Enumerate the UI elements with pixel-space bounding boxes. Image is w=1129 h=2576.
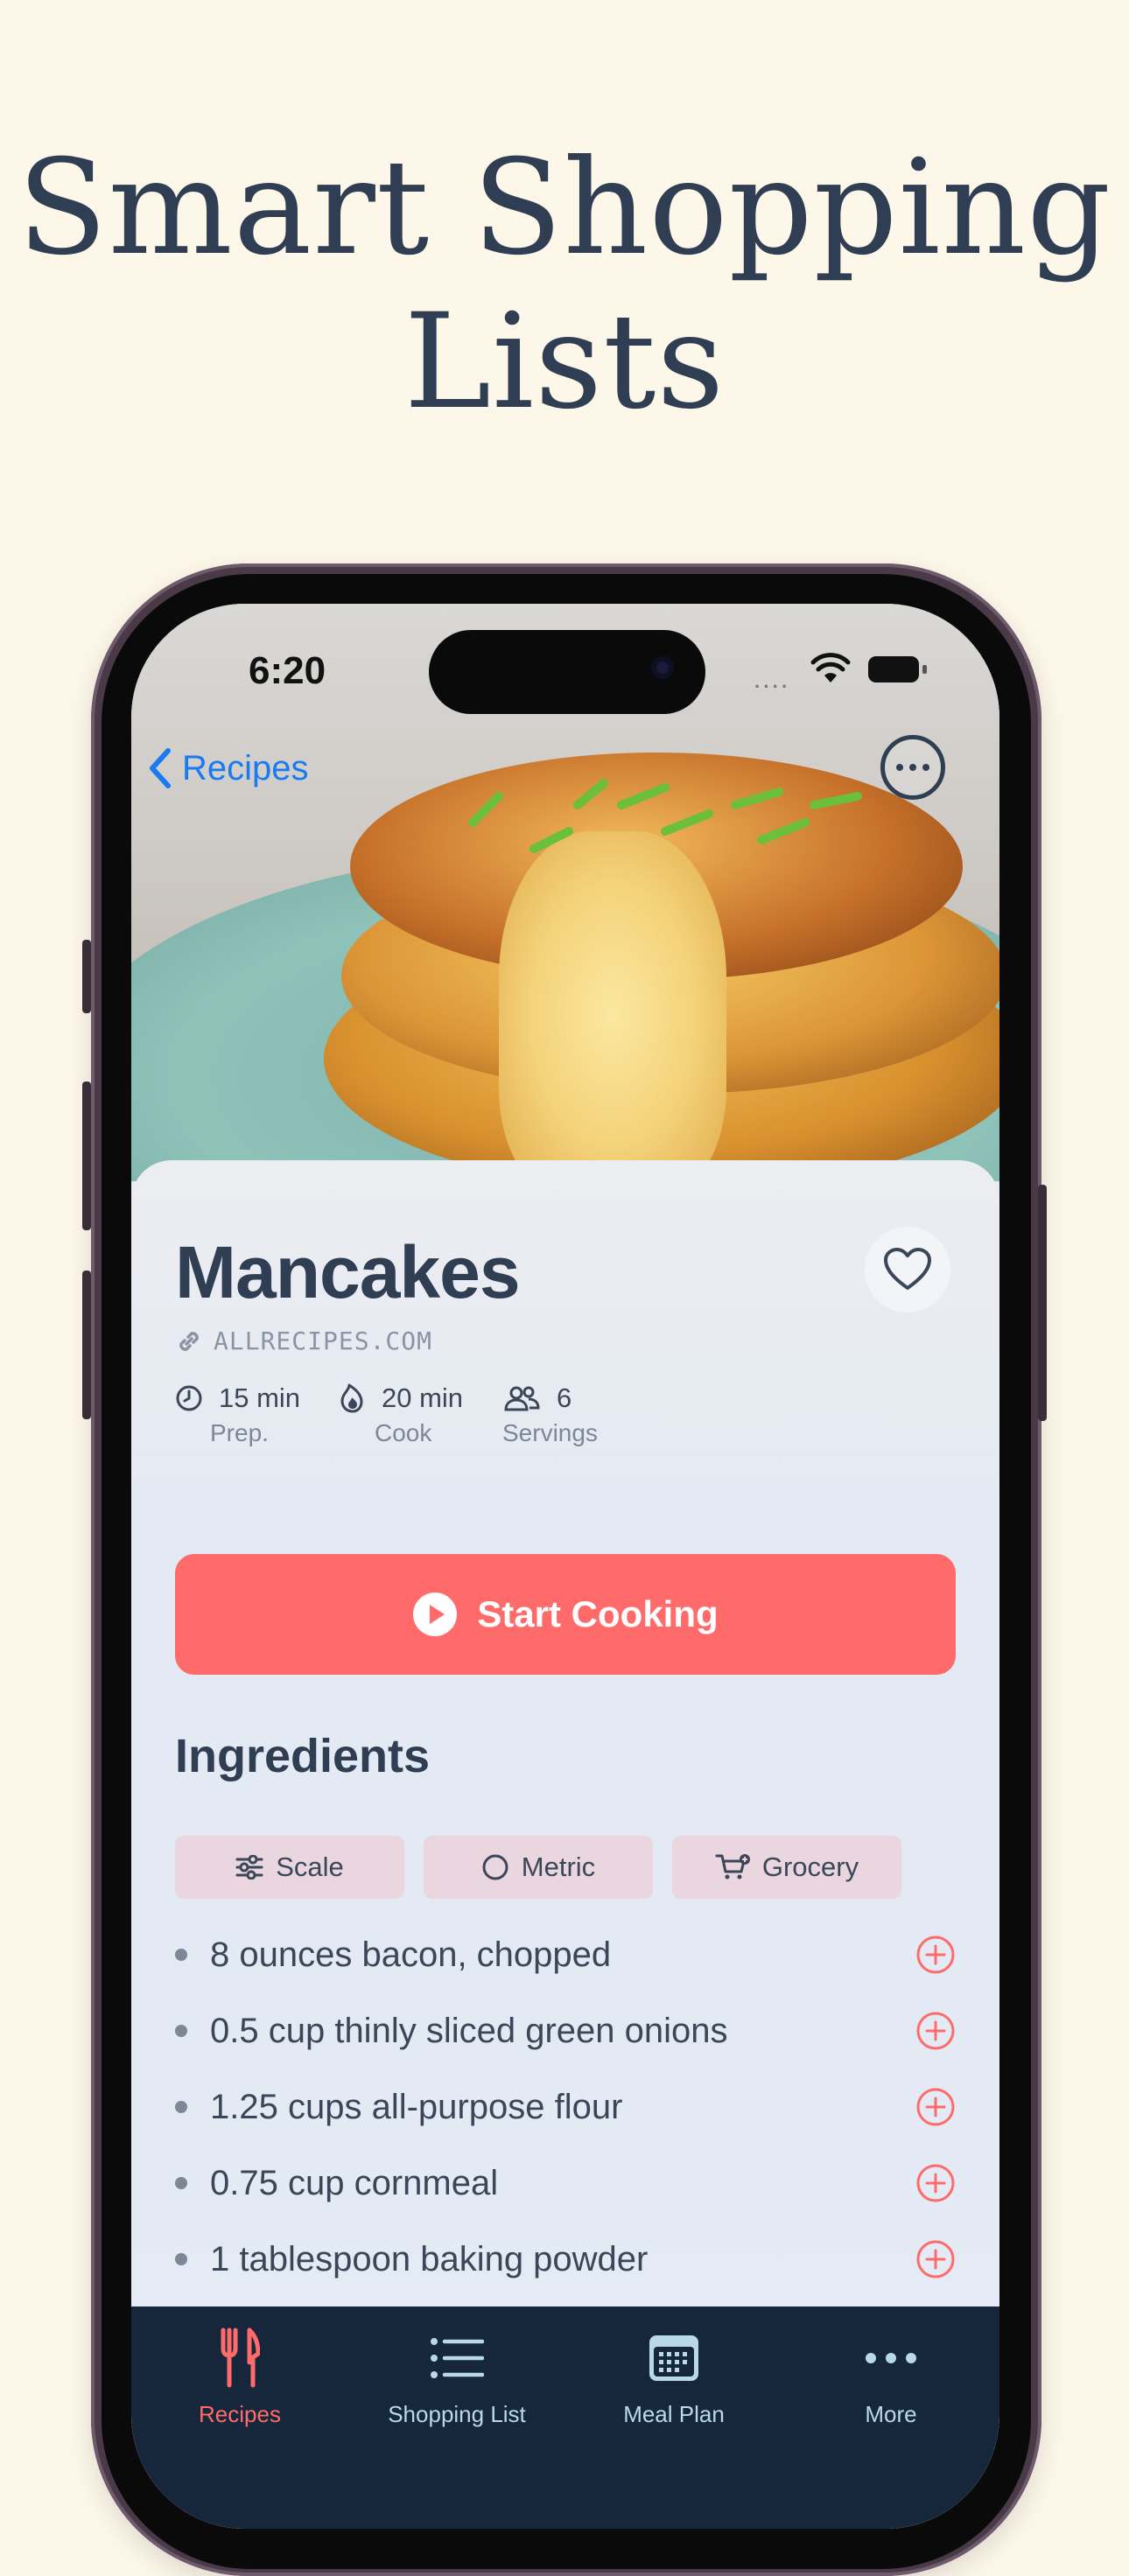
headline: Smart Shopping Lists bbox=[0, 131, 1129, 439]
ingredient-item: 0.75 cup cornmeal bbox=[175, 2148, 956, 2218]
back-button[interactable]: Recipes bbox=[147, 744, 309, 793]
stat-servings-value: 6 bbox=[557, 1382, 572, 1413]
bullet bbox=[175, 2025, 187, 2037]
battery-tip bbox=[922, 665, 927, 674]
ingredient-text: 1 tablespoon baking powder bbox=[210, 2239, 649, 2278]
metric-chip[interactable]: Metric bbox=[424, 1836, 653, 1899]
green-onion-garnish bbox=[468, 779, 862, 853]
start-cooking-button[interactable]: Start Cooking bbox=[175, 1554, 956, 1675]
ingredient-item: 0.5 cup thinly sliced green onions bbox=[175, 1996, 956, 2066]
ellipsis-dot bbox=[896, 764, 903, 771]
ingredients-heading: Ingredients bbox=[175, 1730, 431, 1782]
ingredient-item: 1 tablespoon baking powder bbox=[175, 2224, 956, 2294]
start-cooking-label: Start Cooking bbox=[477, 1593, 719, 1634]
add-to-list-icon[interactable] bbox=[915, 2163, 956, 2203]
stat-cook-label: Cook bbox=[375, 1419, 432, 1446]
ingredient-item: 8 ounces bacon, chopped bbox=[175, 1920, 956, 1990]
status-bar: 6:20 ···· bbox=[131, 604, 999, 735]
ingredient-text: 0.5 cup thinly sliced green onions bbox=[210, 2011, 728, 2050]
status-time: 6:20 bbox=[249, 649, 326, 692]
stat-prep-value: 15 min bbox=[219, 1382, 301, 1413]
scale-chip-label: Scale bbox=[276, 1852, 344, 1882]
play-icon bbox=[413, 1592, 458, 1636]
phone-screen: 6:20 ···· Recipes Mancakes ALLRECIPES.CO… bbox=[131, 604, 999, 2529]
stat-servings: 6 Servings bbox=[502, 1382, 598, 1446]
add-to-list-icon[interactable] bbox=[915, 1935, 956, 1975]
more-options-button[interactable] bbox=[880, 735, 945, 800]
clock-icon bbox=[176, 1385, 202, 1411]
recipe-hero-image: 6:20 ···· Recipes bbox=[131, 604, 999, 1181]
list-icon bbox=[431, 2338, 484, 2378]
tab-more[interactable]: More bbox=[782, 2306, 999, 2438]
ellipsis-dot bbox=[909, 764, 916, 771]
cellular-signal-icon: ···· bbox=[754, 676, 791, 697]
favorite-button[interactable] bbox=[865, 1227, 950, 1312]
tab-meal-plan-label: Meal Plan bbox=[623, 2401, 725, 2427]
add-to-list-icon[interactable] bbox=[915, 2011, 956, 2051]
stat-prep-label: Prep. bbox=[210, 1419, 269, 1446]
headline-line-2: Lists bbox=[403, 286, 726, 438]
ellipsis-icon bbox=[866, 2353, 916, 2363]
calendar-icon bbox=[649, 2335, 698, 2381]
people-icon bbox=[504, 1386, 540, 1411]
recipe-title: Mancakes bbox=[175, 1231, 521, 1313]
ingredient-text: 8 ounces bacon, chopped bbox=[210, 1935, 612, 1974]
grocery-chip[interactable]: Grocery bbox=[672, 1836, 901, 1899]
recipe-source: ALLRECIPES.COM bbox=[214, 1326, 433, 1355]
ellipsis-dot bbox=[922, 764, 929, 771]
metric-chip-label: Metric bbox=[521, 1852, 596, 1882]
wifi-icon bbox=[810, 653, 851, 682]
volume-down-button bbox=[82, 1270, 91, 1419]
add-to-list-icon[interactable] bbox=[915, 2239, 956, 2279]
volume-up-button bbox=[82, 1082, 91, 1230]
ingredient-text: 1.25 cups all-purpose flour bbox=[210, 2087, 623, 2126]
back-button-label: Recipes bbox=[182, 748, 309, 788]
bullet bbox=[175, 2177, 187, 2189]
tab-more-label: More bbox=[865, 2401, 917, 2427]
power-button bbox=[1038, 1185, 1047, 1421]
front-camera bbox=[651, 656, 674, 679]
bullet bbox=[175, 2253, 187, 2265]
stat-servings-label: Servings bbox=[502, 1419, 598, 1446]
ingredient-text: 0.75 cup cornmeal bbox=[210, 2163, 499, 2202]
bullet bbox=[175, 1949, 187, 1961]
tab-recipes[interactable]: Recipes bbox=[131, 2306, 348, 2438]
cart-icon bbox=[715, 1854, 750, 1880]
scale-chip[interactable]: Scale bbox=[175, 1836, 404, 1899]
grocery-chip-label: Grocery bbox=[761, 1852, 859, 1882]
flame-icon bbox=[340, 1383, 363, 1413]
circle-icon bbox=[482, 1854, 508, 1880]
tab-shopping-list[interactable]: Shopping List bbox=[348, 2306, 565, 2438]
stat-prep: 15 min Prep. bbox=[175, 1382, 301, 1446]
tab-shopping-list-label: Shopping List bbox=[388, 2401, 526, 2427]
pancake-bite bbox=[499, 831, 726, 1181]
ingredient-item: 1.25 cups all-purpose flour bbox=[175, 2072, 956, 2142]
tab-recipes-label: Recipes bbox=[199, 2401, 281, 2427]
stat-cook: 20 min Cook bbox=[340, 1382, 464, 1446]
headline-line-1: Smart Shopping bbox=[17, 132, 1112, 284]
recipe-source-link[interactable]: ALLRECIPES.COM bbox=[175, 1326, 432, 1355]
link-icon bbox=[179, 1331, 199, 1351]
add-to-list-icon[interactable] bbox=[915, 2087, 956, 2127]
battery-icon bbox=[868, 656, 919, 682]
heart-icon bbox=[884, 1248, 931, 1290]
chevron-left-icon bbox=[150, 748, 171, 788]
tab-bar: Recipes Shopping List Meal Plan More bbox=[131, 2306, 999, 2529]
action-button bbox=[82, 940, 91, 1013]
stat-cook-value: 20 min bbox=[382, 1382, 464, 1413]
sliders-icon bbox=[235, 1855, 263, 1880]
bullet bbox=[175, 2101, 187, 2113]
fork-knife-icon bbox=[221, 2328, 260, 2388]
tab-meal-plan[interactable]: Meal Plan bbox=[565, 2306, 782, 2438]
